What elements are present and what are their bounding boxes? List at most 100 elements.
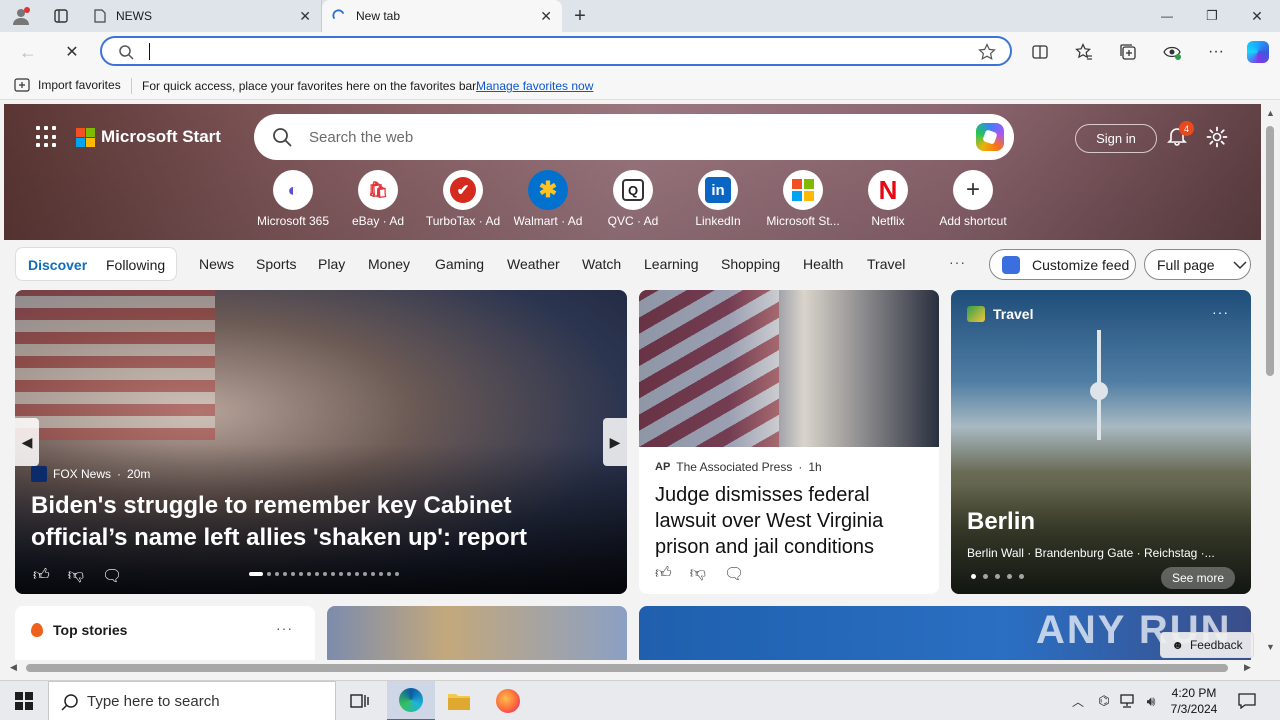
dislike-icon[interactable]: 👎︎ [68, 566, 84, 586]
shortcut-netflix[interactable]: N Netflix [845, 170, 931, 228]
taskbar-search-box[interactable]: Type here to search [48, 681, 336, 720]
shortcut-turbotax[interactable]: ✔ TurboTax · Ad [420, 170, 506, 228]
tab-weather[interactable]: Weather [507, 256, 560, 272]
tab-shopping[interactable]: Shopping [721, 256, 780, 272]
settings-more-icon[interactable]: ··· [1204, 40, 1228, 64]
tab-learning[interactable]: Learning [644, 256, 699, 272]
shortcut-qvc[interactable]: Q QVC · Ad [590, 170, 676, 228]
carousel-indicator [249, 572, 399, 576]
tab-new-tab[interactable]: New tab ✕ [322, 0, 562, 32]
tab-watch[interactable]: Watch [582, 256, 621, 272]
tab-actions-icon[interactable] [50, 6, 72, 26]
collections-icon[interactable] [1116, 40, 1140, 64]
shortcut-walmart[interactable]: ✱ Walmart · Ad [505, 170, 591, 228]
app-launcher-icon[interactable] [36, 126, 58, 148]
import-favorites-button[interactable]: Import favorites [14, 78, 121, 92]
volume-icon[interactable]: 🔊︎ [1141, 691, 1161, 711]
scroll-up-icon[interactable]: ▲ [1266, 108, 1275, 118]
close-window-button[interactable]: ✕ [1234, 0, 1280, 32]
tab-discover[interactable]: Discover [28, 257, 87, 273]
tab-gaming[interactable]: Gaming [435, 256, 484, 272]
tab-sports[interactable]: Sports [256, 256, 296, 272]
profile-icon[interactable] [10, 6, 32, 26]
scroll-down-icon[interactable]: ▼ [1266, 642, 1275, 652]
extensions-icon[interactable] [1160, 40, 1184, 64]
destination-title[interactable]: Berlin [967, 508, 1035, 536]
article-headline[interactable]: Biden's struggle to remember key Cabinet… [31, 490, 611, 554]
carousel-prev-button[interactable]: ◀ [15, 418, 39, 466]
new-tab-button[interactable]: + [568, 4, 592, 28]
back-icon[interactable]: ← [16, 40, 40, 64]
file-explorer-icon[interactable] [435, 681, 483, 720]
edge-taskbar-icon[interactable] [387, 681, 435, 720]
scroll-left-icon[interactable]: ◀ [10, 662, 17, 673]
tab-label: NEWS [116, 9, 152, 23]
favorites-icon[interactable] [1072, 40, 1096, 64]
comment-icon[interactable]: 🗨︎ [102, 566, 122, 586]
comment-icon[interactable]: 🗨︎ [724, 564, 744, 584]
page-settings-gear-icon[interactable] [1206, 126, 1228, 148]
tab-news[interactable]: News [199, 256, 234, 272]
task-view-icon[interactable] [336, 681, 384, 720]
customize-feed-button[interactable]: Customize feed [989, 249, 1136, 280]
stop-loading-icon[interactable]: ✕ [60, 40, 84, 64]
add-shortcut-button[interactable]: + Add shortcut [930, 170, 1016, 228]
tab-travel[interactable]: Travel [867, 256, 905, 272]
news-card-image[interactable] [327, 606, 627, 660]
headline-carousel-card[interactable]: ◀ ▶ FOX News · 20m Biden's struggle to r… [15, 290, 627, 594]
shortcut-microsoft-365[interactable]: ◐ Microsoft 365 [250, 170, 336, 228]
tab-following[interactable]: Following [106, 257, 165, 273]
like-icon[interactable]: 👍︎ [655, 564, 672, 584]
sign-in-button[interactable]: Sign in [1075, 124, 1157, 153]
card-menu-button[interactable]: ··· [276, 620, 293, 636]
card-menu-button[interactable]: ··· [1212, 304, 1229, 320]
article-source: AP The Associated Press · 1h [655, 460, 822, 474]
shortcut-linkedin[interactable]: in LinkedIn [675, 170, 761, 228]
favorite-star-icon[interactable] [978, 43, 996, 61]
scroll-right-icon[interactable]: ▶ [1244, 662, 1251, 673]
manage-favorites-link[interactable]: Manage favorites now [476, 79, 593, 93]
split-screen-icon[interactable] [1028, 40, 1052, 64]
copilot-search-icon[interactable] [976, 123, 1004, 151]
tab-strip: NEWS ✕ New tab ✕ + — ❐ ✕ [0, 0, 1280, 32]
network-icon[interactable] [1117, 691, 1137, 711]
start-button[interactable] [0, 681, 48, 720]
more-tabs-button[interactable]: ··· [949, 254, 966, 270]
shortcut-ebay[interactable]: 🛍 eBay · Ad [335, 170, 421, 228]
system-clock[interactable]: 4:20 PM 7/3/2024 [1166, 685, 1222, 717]
web-search-box[interactable]: Search the web [254, 114, 1014, 160]
tab-money[interactable]: Money [368, 256, 410, 272]
tab-play[interactable]: Play [318, 256, 345, 272]
copilot-icon[interactable] [1245, 39, 1271, 65]
top-stories-card[interactable]: Top stories ··· [15, 606, 315, 660]
scrollbar-thumb[interactable] [26, 664, 1228, 672]
microsoft-start-logo[interactable]: Microsoft Start [76, 127, 221, 147]
notifications-bell-icon[interactable]: 4 [1167, 121, 1194, 148]
tab-news[interactable]: NEWS ✕ [84, 0, 322, 32]
address-bar[interactable] [100, 36, 1012, 66]
scrollbar-thumb[interactable] [1266, 126, 1274, 376]
device-icon[interactable]: ⌬ [1094, 691, 1114, 711]
tab-health[interactable]: Health [803, 256, 843, 272]
layout-dropdown[interactable]: Full page [1144, 249, 1251, 280]
like-icon[interactable]: 👍︎ [33, 566, 50, 586]
article-headline[interactable]: Judge dismisses federal lawsuit over Wes… [655, 482, 925, 560]
close-tab-icon[interactable]: ✕ [299, 8, 311, 25]
news-card[interactable]: AP The Associated Press · 1h Judge dismi… [639, 290, 939, 594]
dislike-icon[interactable]: 👎︎ [690, 564, 706, 584]
travel-card[interactable]: Travel ··· Berlin Berlin Wall · Brandenb… [951, 290, 1251, 594]
notifications-icon[interactable] [1236, 691, 1258, 711]
carousel-next-button[interactable]: ▶ [603, 418, 627, 466]
brand-name: Microsoft Start [101, 127, 221, 146]
vertical-scrollbar[interactable]: ▲ ▼ [1261, 104, 1280, 660]
feedback-button[interactable]: ☻ Feedback [1160, 632, 1254, 658]
close-tab-icon[interactable]: ✕ [540, 8, 552, 25]
address-input[interactable] [146, 42, 946, 60]
minimize-button[interactable]: — [1144, 0, 1190, 32]
restore-button[interactable]: ❐ [1190, 0, 1234, 32]
firefox-icon[interactable] [484, 681, 532, 720]
see-more-button[interactable]: See more [1161, 567, 1235, 589]
show-hidden-icons-icon[interactable]: ︿ [1068, 691, 1088, 711]
horizontal-scrollbar[interactable]: ◀ ▶ [0, 660, 1261, 676]
shortcut-microsoft-store[interactable]: Microsoft St... [760, 170, 846, 228]
